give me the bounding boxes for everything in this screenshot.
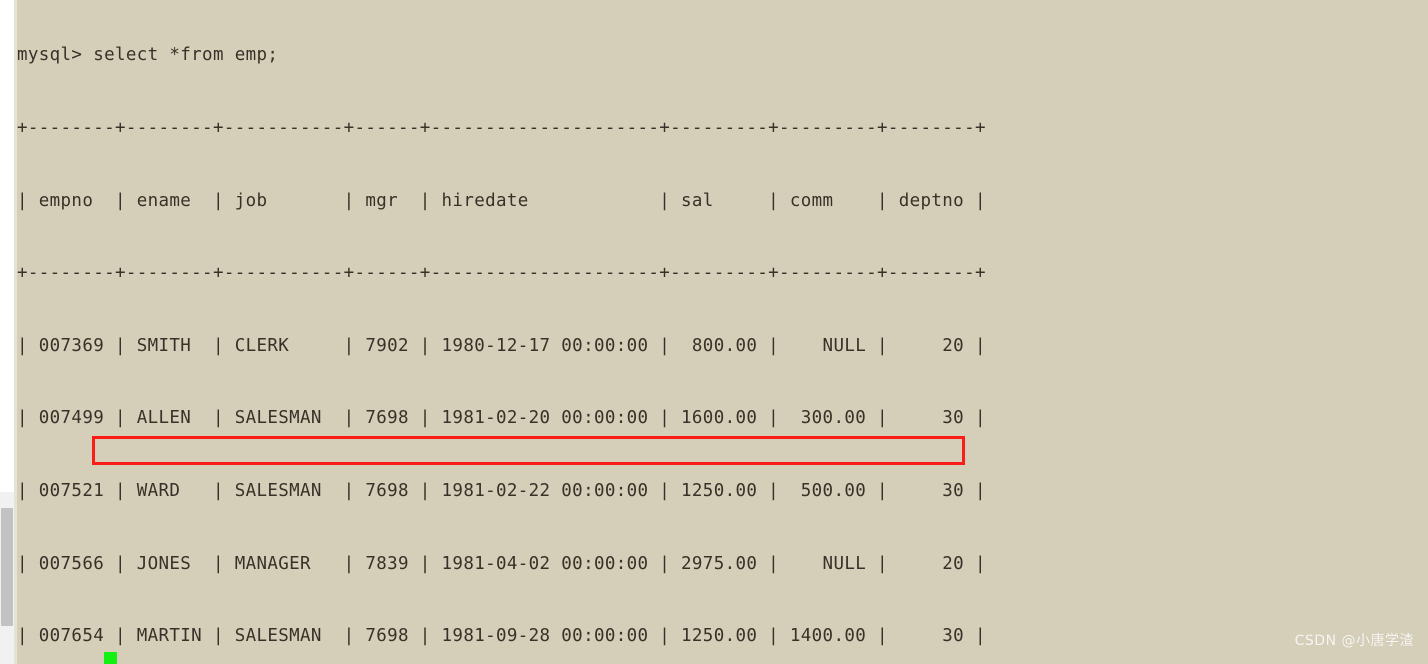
table-row: | 007654 | MARTIN | SALESMAN | 7698 | 19… bbox=[17, 626, 986, 647]
table-row: | 007499 | ALLEN | SALESMAN | 7698 | 198… bbox=[17, 408, 986, 429]
vertical-scrollbar[interactable] bbox=[0, 0, 14, 664]
terminal-screen: mysql> select *from emp; +--------+-----… bbox=[0, 0, 1428, 664]
scrollbar-thumb[interactable] bbox=[1, 508, 13, 626]
scrollbar-track-upper bbox=[0, 0, 14, 492]
terminal-line-emp-header: | empno | ename | job | mgr | hiredate |… bbox=[17, 190, 986, 211]
terminal-cursor bbox=[104, 652, 117, 664]
terminal-output[interactable]: mysql> select *from emp; +--------+-----… bbox=[17, 0, 1428, 664]
table-row: | 007369 | SMITH | CLERK | 7902 | 1980-1… bbox=[17, 335, 986, 356]
csdn-watermark: CSDN @小唐学渣 bbox=[1294, 633, 1414, 649]
table-row: | 007521 | WARD | SALESMAN | 7698 | 1981… bbox=[17, 480, 986, 501]
terminal-line-rule: +--------+--------+-----------+------+--… bbox=[17, 118, 986, 138]
table-row: | 007566 | JONES | MANAGER | 7839 | 1981… bbox=[17, 553, 986, 574]
terminal-line-command-select-all: mysql> select *from emp; bbox=[17, 45, 279, 66]
terminal-line-rule: +--------+--------+-----------+------+--… bbox=[17, 263, 986, 284]
terminal-left-edge bbox=[14, 0, 17, 664]
